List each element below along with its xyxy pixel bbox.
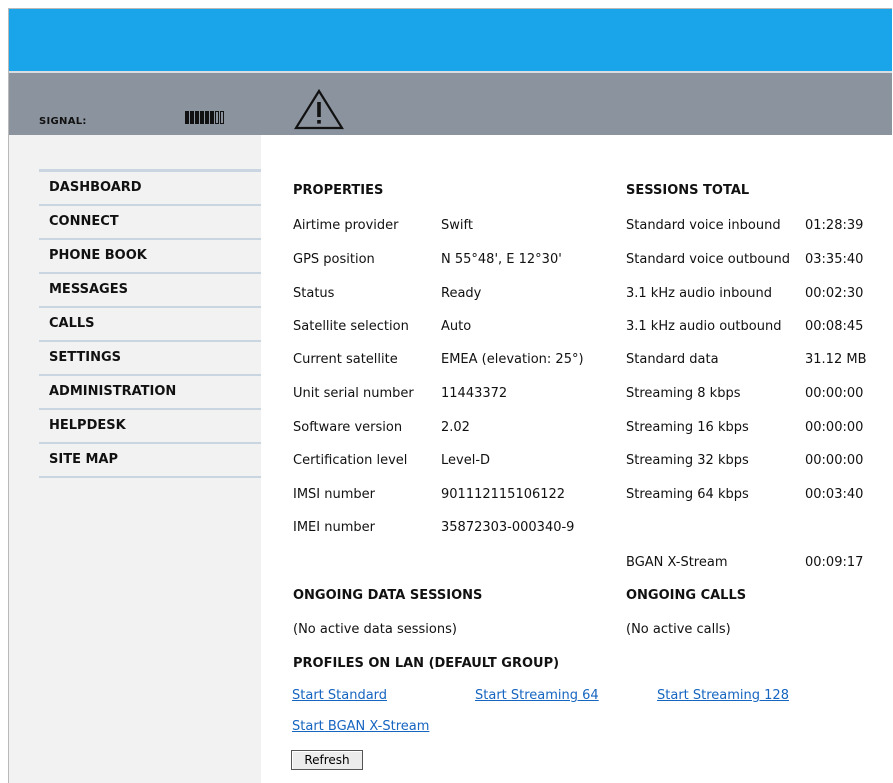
signal-bar-empty bbox=[220, 111, 224, 124]
nav-item-administration[interactable]: ADMINISTRATION bbox=[39, 376, 261, 410]
top-banner bbox=[9, 9, 892, 71]
nav-item-dashboard[interactable]: DASHBOARD bbox=[39, 172, 261, 206]
property-label: Software version bbox=[293, 420, 403, 435]
ongoing-data-status: (No active data sessions) bbox=[293, 622, 457, 637]
session-label: Standard voice inbound bbox=[626, 218, 781, 233]
ongoing-calls-status: (No active calls) bbox=[626, 622, 731, 637]
property-value: EMEA (elevation: 25°) bbox=[441, 352, 584, 367]
start-streaming-128-link[interactable]: Start Streaming 128 bbox=[657, 688, 789, 703]
session-label: Streaming 32 kbps bbox=[626, 453, 749, 468]
property-label: Status bbox=[293, 286, 335, 301]
warning-icon[interactable] bbox=[293, 87, 345, 131]
ongoing-data-heading: ONGOING DATA SESSIONS bbox=[293, 588, 483, 603]
sidebar-nav: DASHBOARD CONNECT PHONE BOOK MESSAGES CA… bbox=[39, 169, 261, 783]
nav-item-connect[interactable]: CONNECT bbox=[39, 206, 261, 240]
property-label: Satellite selection bbox=[293, 319, 409, 334]
session-label: Streaming 16 kbps bbox=[626, 420, 749, 435]
property-value: N 55°48', E 12°30' bbox=[441, 252, 562, 267]
session-label: Streaming 8 kbps bbox=[626, 386, 741, 401]
session-label: BGAN X-Stream bbox=[626, 555, 728, 570]
property-value: Level-D bbox=[441, 453, 491, 468]
session-value: 00:08:45 bbox=[805, 319, 864, 334]
signal-bar-empty bbox=[215, 111, 219, 124]
session-label: 3.1 kHz audio inbound bbox=[626, 286, 773, 301]
property-value: 2.02 bbox=[441, 420, 470, 435]
nav-item-phone-book[interactable]: PHONE BOOK bbox=[39, 240, 261, 274]
nav-item-calls[interactable]: CALLS bbox=[39, 308, 261, 342]
property-label: Current satellite bbox=[293, 352, 398, 367]
status-bar: SIGNAL: bbox=[9, 71, 892, 135]
start-standard-link[interactable]: Start Standard bbox=[292, 688, 387, 703]
session-value: 31.12 MB bbox=[805, 352, 867, 367]
session-value: 00:02:30 bbox=[805, 286, 864, 301]
property-label: IMSI number bbox=[293, 487, 376, 502]
profiles-heading: PROFILES ON LAN (DEFAULT GROUP) bbox=[293, 656, 560, 671]
property-label: Unit serial number bbox=[293, 386, 414, 401]
session-value: 00:00:00 bbox=[805, 453, 864, 468]
property-value: 901112115106122 bbox=[441, 487, 566, 502]
property-value: Auto bbox=[441, 319, 472, 334]
start-streaming-64-link[interactable]: Start Streaming 64 bbox=[475, 688, 599, 703]
signal-bar-filled bbox=[185, 111, 189, 124]
signal-label: SIGNAL: bbox=[39, 116, 87, 127]
property-value: 11443372 bbox=[441, 386, 508, 401]
session-label: Standard voice outbound bbox=[626, 252, 791, 267]
nav-item-settings[interactable]: SETTINGS bbox=[39, 342, 261, 376]
session-label: 3.1 kHz audio outbound bbox=[626, 319, 782, 334]
session-value: 00:00:00 bbox=[805, 386, 864, 401]
signal-bar-filled bbox=[210, 111, 214, 124]
signal-bar-filled bbox=[205, 111, 209, 124]
session-value: 00:09:17 bbox=[805, 555, 864, 570]
session-value: 00:00:00 bbox=[805, 420, 864, 435]
ongoing-calls-heading: ONGOING CALLS bbox=[626, 588, 747, 603]
property-value: 35872303-000340-9 bbox=[441, 520, 575, 535]
session-value: 03:35:40 bbox=[805, 252, 864, 267]
property-label: IMEI number bbox=[293, 520, 375, 535]
refresh-button[interactable]: Refresh bbox=[291, 750, 363, 770]
nav-item-helpdesk[interactable]: HELPDESK bbox=[39, 410, 261, 444]
nav-item-messages[interactable]: MESSAGES bbox=[39, 274, 261, 308]
start-bgan-x-stream-link[interactable]: Start BGAN X-Stream bbox=[292, 719, 429, 734]
signal-strength-meter bbox=[185, 111, 224, 124]
session-value: 00:03:40 bbox=[805, 487, 864, 502]
property-label: Airtime provider bbox=[293, 218, 399, 233]
property-value: Ready bbox=[441, 286, 482, 301]
signal-bar-filled bbox=[200, 111, 204, 124]
property-value: Swift bbox=[441, 218, 473, 233]
property-label: GPS position bbox=[293, 252, 375, 267]
session-label: Standard data bbox=[626, 352, 719, 367]
signal-bar-filled bbox=[195, 111, 199, 124]
nav-item-site-map[interactable]: SITE MAP bbox=[39, 444, 261, 478]
signal-bar-filled bbox=[190, 111, 194, 124]
properties-heading: PROPERTIES bbox=[293, 183, 384, 198]
session-label: Streaming 64 kbps bbox=[626, 487, 749, 502]
property-label: Certification level bbox=[293, 453, 408, 468]
sessions-heading: SESSIONS TOTAL bbox=[626, 183, 750, 198]
session-value: 01:28:39 bbox=[805, 218, 864, 233]
